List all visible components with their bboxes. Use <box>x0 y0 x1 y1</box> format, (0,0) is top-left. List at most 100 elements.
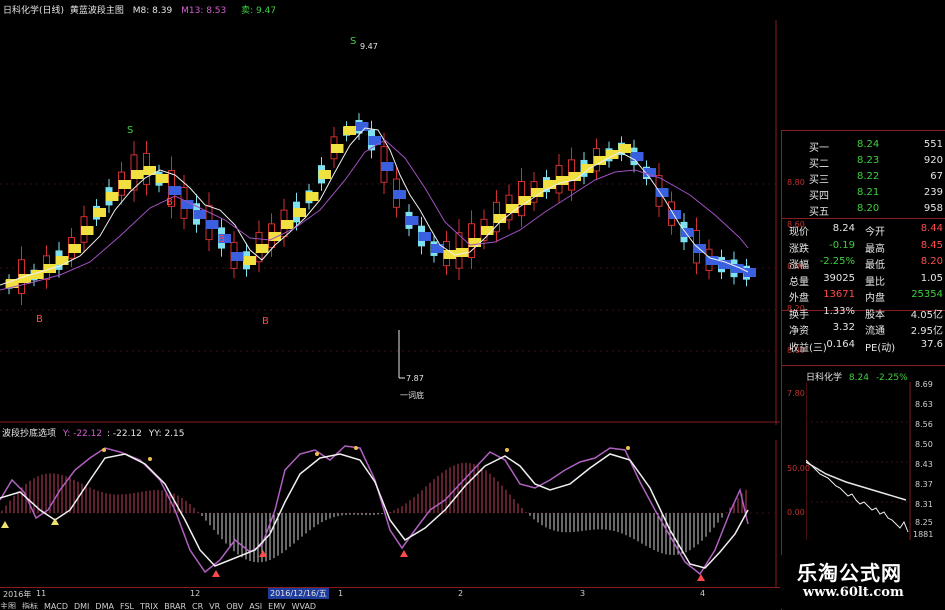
oscillator-chart[interactable] <box>0 440 780 588</box>
osc-axis-0: 0.00 <box>787 508 805 517</box>
stat-label-2: 最高 <box>865 243 885 255</box>
blue-band-block <box>631 152 644 161</box>
indicator-tab[interactable]: 指标 <box>22 602 38 609</box>
indicator-tab-strip: 主图 指标 MACD DMI DMA FSL TRIX BRAR CR VR OBV ASI EMV WV… <box>0 599 780 609</box>
bid-row[interactable]: 买二 8.23 920 <box>787 154 945 170</box>
bid-volume: 551 <box>923 139 943 150</box>
yellow-band-block <box>281 220 294 229</box>
quotes-panel-left-border <box>781 130 782 610</box>
yellow-band-block <box>606 150 619 159</box>
blue-band-block <box>418 232 431 241</box>
mini-axis-2: 8.56 <box>915 420 933 429</box>
blue-band-block <box>406 216 419 225</box>
indicator-tab[interactable]: BRAR <box>164 602 186 609</box>
yellow-band-block <box>93 208 106 217</box>
blue-band-block <box>356 122 369 131</box>
sub-chart-header: 波段抄底选项 Y: -22.12 : -22.12 YY: 2.15 <box>2 426 185 439</box>
yellow-band-block <box>243 256 256 265</box>
stat-value-1: 3.32 <box>832 322 855 333</box>
stat-label-2: PE(动) <box>865 342 896 354</box>
time-axis-m1: 1 <box>338 589 344 598</box>
stat-value-1: -0.19 <box>829 239 855 251</box>
time-axis: 2016年 11 12 2016/12/16/五 1 2 3 4 <box>0 587 780 599</box>
time-axis-cursor-date[interactable]: 2016/12/16/五 <box>268 588 329 599</box>
main-price-chart[interactable]: S S B B B B 9.47 7.87 一词底 <box>0 0 780 425</box>
osc-top-marker <box>354 446 358 450</box>
bid-volume: 958 <box>923 203 943 214</box>
sub-chart-x: : -22.12 <box>106 429 142 439</box>
mini-axis-0: 8.69 <box>915 380 933 389</box>
yellow-band-block <box>106 192 119 201</box>
blue-band-block <box>206 220 219 229</box>
sub-chart-yy: YY: 2.15 <box>148 429 185 439</box>
stat-value-2: 8.45 <box>920 239 943 251</box>
indicator-tab[interactable]: ASI <box>249 602 262 609</box>
time-axis-m2: 2 <box>458 589 464 598</box>
indicator-tab[interactable]: TRIX <box>140 602 158 609</box>
yellow-band-block <box>68 244 81 253</box>
high-annotation: 9.47 <box>360 42 378 51</box>
indicator-tab[interactable]: EMV <box>268 602 285 609</box>
low-annotation-label: 一词底 <box>400 390 424 400</box>
stat-label-2: 今开 <box>865 227 885 238</box>
blue-band-block <box>231 252 244 261</box>
stat-value-2: 8.44 <box>920 223 943 234</box>
yellow-band-block <box>118 180 131 189</box>
stat-row: 总量 39025 量比 1.05 <box>787 272 945 288</box>
indicator-tab[interactable]: 主图 <box>0 602 16 609</box>
osc-top-marker <box>315 452 319 456</box>
mini-grid <box>806 421 910 503</box>
blue-band-block <box>381 162 394 171</box>
indicator-tab[interactable]: MACD <box>44 602 68 609</box>
stat-label-2: 内盘 <box>865 293 885 304</box>
bid-volume: 239 <box>923 187 943 198</box>
bid-price: 8.23 <box>857 155 880 166</box>
bid-price: 8.24 <box>857 139 880 150</box>
signal-sell-2: S <box>350 36 356 47</box>
osc-buy-marker-2 <box>51 518 59 525</box>
yellow-band-block <box>43 264 56 273</box>
indicator-tab[interactable]: VR <box>209 602 220 609</box>
bid-label: 买四 <box>809 191 829 202</box>
quotes-panel-divider-3 <box>781 365 945 366</box>
osc-buy-marker-3 <box>212 570 220 577</box>
osc-top-marker <box>505 448 509 452</box>
indicator-tab[interactable]: CR <box>192 602 203 609</box>
osc-buy-marker-6 <box>697 574 705 581</box>
bid-row[interactable]: 买四 8.21 239 <box>787 186 945 202</box>
mini-axis-4: 8.43 <box>915 460 933 469</box>
site-watermark: 乐淘公式网 www.60lt.com <box>781 555 945 609</box>
bid-row[interactable]: 买五 8.20 958 <box>787 202 945 218</box>
indicator-tab[interactable]: DMA <box>95 602 114 609</box>
indicator-tab[interactable]: OBV <box>226 602 243 609</box>
stat-label-1: 收益(三) <box>789 342 827 354</box>
indicator-tab[interactable]: DMI <box>74 602 89 609</box>
stat-value-2: 2.95亿 <box>910 326 943 337</box>
bid-row[interactable]: 买三 8.22 67 <box>787 170 945 186</box>
oscillator-purple-line <box>0 445 749 576</box>
bid-label: 买二 <box>809 159 829 170</box>
mini-intraday-chart[interactable] <box>806 382 911 540</box>
yellow-band-block <box>331 144 344 153</box>
stat-row: 涨跌 -0.19 最高 8.45 <box>787 239 945 255</box>
indicator-tab[interactable]: FSL <box>120 602 134 609</box>
stat-label-1: 外盘 <box>789 293 809 304</box>
bid-price: 8.22 <box>857 171 880 182</box>
quotes-panel-divider <box>781 218 945 219</box>
yellow-band-block <box>293 208 306 217</box>
time-axis-m4: 4 <box>700 589 706 598</box>
stat-value-1: -2.25% <box>819 256 855 267</box>
price-axis-label-780: 7.80 <box>787 389 805 398</box>
yellow-band-block <box>131 170 144 179</box>
signal-sell-1: S <box>127 125 133 136</box>
stat-label-1: 现价 <box>789 227 809 238</box>
stat-label-1: 净资 <box>789 326 809 337</box>
indicator-tab[interactable]: WVAD <box>292 602 317 609</box>
stat-label-1: 涨跌 <box>789 243 809 255</box>
signal-buy-3: B <box>218 234 225 245</box>
blue-band-block <box>193 210 206 219</box>
osc-top-marker <box>148 457 152 461</box>
yellow-band-block <box>256 244 269 253</box>
blue-band-block <box>718 260 731 269</box>
bid-row[interactable]: 买一 8.24 551 <box>787 138 945 154</box>
